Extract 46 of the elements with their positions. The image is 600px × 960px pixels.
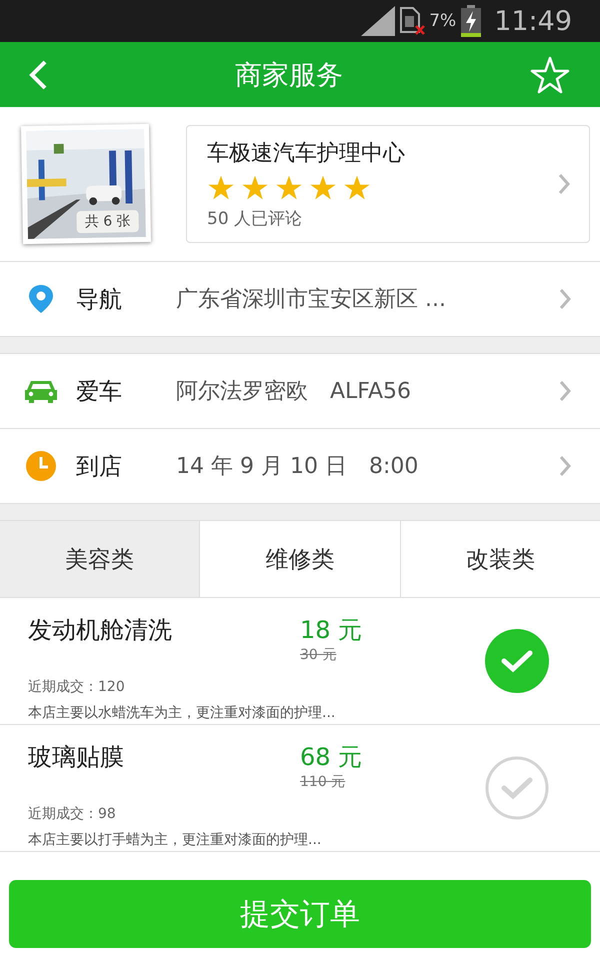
service-item[interactable]: 发动机舱清洗 18 元 30 元 近期成交：120 本店主要以水蜡洗车为主，更注重对漆面的护理... (0, 598, 600, 725)
clock-icon (24, 450, 58, 482)
battery-percent: 7% (429, 11, 456, 31)
row-label: 导航 (76, 286, 123, 314)
review-count: 50 人已评论 (207, 208, 304, 230)
original-price: 30 元 (300, 646, 338, 664)
photo-frame[interactable]: 共 6 张 (20, 124, 152, 244)
rating-star-icon (275, 174, 303, 201)
original-price: 110 元 (300, 773, 346, 791)
service-price: 68 元 (300, 742, 362, 773)
chevron-right-icon (558, 380, 572, 402)
sim-card-icon (399, 6, 426, 36)
row-label: 到店 (76, 452, 123, 482)
check-circle-icon[interactable] (484, 755, 550, 821)
row-value: 广东省深圳市宝安区新区 ... (176, 286, 447, 314)
clock-time: 11:49 (494, 6, 572, 36)
rating-star-icon (207, 174, 235, 201)
back-icon[interactable] (28, 58, 48, 90)
service-description: 本店主要以水蜡洗车为主，更注重对漆面的护理... (28, 704, 336, 722)
chevron-right-icon (557, 173, 571, 195)
service-name: 发动机舱清洗 (28, 615, 173, 646)
battery-charging-icon (460, 5, 482, 37)
car-icon (24, 378, 58, 404)
chevron-right-icon (558, 288, 572, 310)
rating-star-icon (241, 174, 269, 201)
signal-icon (361, 6, 396, 36)
star-icon[interactable] (530, 56, 570, 94)
recent-sales: 近期成交：98 (28, 805, 117, 823)
service-name: 玻璃贴膜 (28, 742, 125, 773)
page-title: 商家服务 (235, 58, 343, 92)
shop-name: 车极速汽车护理中心 (207, 140, 406, 168)
check-circle-icon[interactable] (484, 628, 550, 694)
service-price: 18 元 (300, 615, 362, 646)
shop-card[interactable]: 车极速汽车护理中心 50 人已评论 (186, 125, 590, 243)
row-label: 爱车 (76, 378, 123, 406)
info-row[interactable]: 爱车 阿尔法罗密欧 ALFA56 (0, 354, 600, 429)
recent-sales: 近期成交：120 (28, 678, 126, 696)
service-item[interactable]: 玻璃贴膜 68 元 110 元 近期成交：98 本店主要以打手蜡为主，更注重对漆面的护理... (0, 725, 600, 852)
service-description: 本店主要以打手蜡为主，更注重对漆面的护理... (28, 831, 322, 849)
rating-star-icon (309, 174, 337, 201)
rating-star-icon (343, 174, 371, 201)
chevron-right-icon (558, 455, 572, 477)
row-value: 阿尔法罗密欧 ALFA56 (176, 378, 412, 406)
photo-count-badge: 共 6 张 (76, 210, 139, 234)
category-tab[interactable]: 美容类 (0, 521, 200, 597)
row-value: 14 年 9 月 10 日 8:00 (176, 453, 420, 481)
